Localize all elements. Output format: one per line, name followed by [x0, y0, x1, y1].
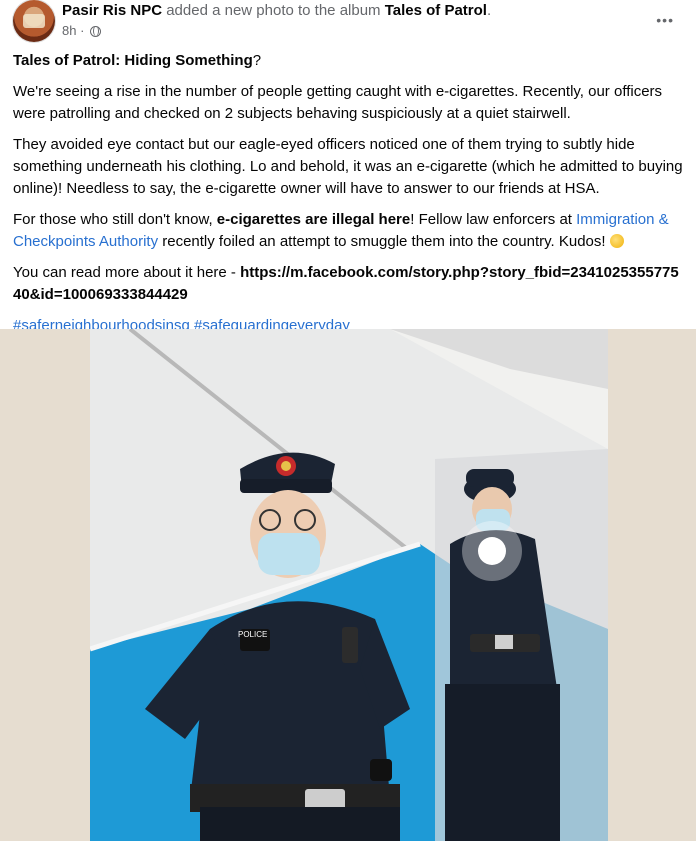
badge-police-text: POLICE [238, 630, 267, 639]
post-meta: 8h · [62, 22, 102, 40]
p4-text: You can read more about it here - [13, 264, 241, 281]
post-photo[interactable]: POLICE [90, 329, 608, 841]
album-suffix: . [486, 2, 492, 19]
title-qmark: ? [252, 52, 262, 69]
post-title: Tales of Patrol: Hiding Something? [13, 50, 683, 72]
album-link[interactable]: Tales of Patrol [385, 2, 487, 19]
post-heading: Pasir Ris NPC added a new photo to the a… [62, 1, 491, 21]
post-body: Tales of Patrol: Hiding Something? We're… [13, 50, 683, 346]
p3-text-b: ! Fellow law enforcers at [410, 211, 577, 228]
p3-text-c: recently foiled an attempt to smuggle th… [158, 233, 610, 250]
paragraph-2: They avoided eye contact but our eagle-e… [13, 136, 683, 197]
paragraph-1: We're seeing a rise in the number of peo… [13, 83, 663, 122]
post-header: Pasir Ris NPC added a new photo to the a… [0, 0, 696, 46]
clapping-hands-icon [609, 234, 624, 248]
photo-container[interactable]: POLICE [0, 329, 696, 841]
paragraph-3: For those who still don't know, e-cigare… [13, 209, 683, 253]
globe-icon [90, 26, 102, 37]
title-part1: Tales of Patrol [13, 52, 116, 69]
page-name-link[interactable]: Pasir Ris NPC [62, 2, 162, 19]
p3-bold-text: e-cigarettes are illegal here [216, 211, 411, 228]
p3-text-a: For those who still don't know, [13, 211, 217, 228]
more-options-button[interactable]: ••• [656, 12, 674, 28]
facebook-post: Pasir Ris NPC added a new photo to the a… [0, 0, 696, 841]
police-officers-photo: POLICE [90, 329, 608, 841]
paragraph-4: You can read more about it here - https:… [13, 262, 683, 306]
title-part2: Hiding Something [124, 52, 253, 69]
post-time[interactable]: 8h · [62, 23, 84, 38]
page-avatar[interactable] [13, 0, 55, 42]
action-text: added a new photo to the album [162, 2, 385, 19]
